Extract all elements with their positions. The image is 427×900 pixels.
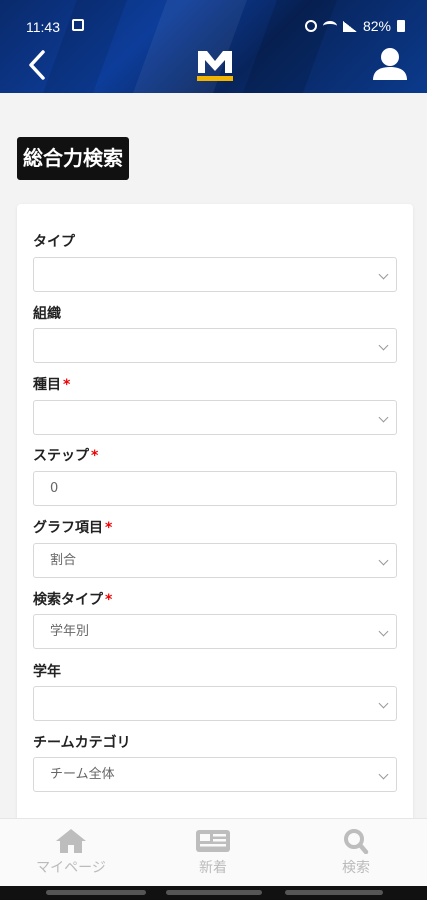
- recents-button[interactable]: [46, 890, 146, 895]
- event-label: 種目 *: [33, 377, 71, 393]
- battery-percent: 82%: [362, 18, 391, 34]
- team-category-label: チームカテゴリ: [33, 735, 131, 751]
- grade-select[interactable]: [33, 686, 397, 721]
- chevron-down-icon: [378, 340, 389, 351]
- event-select[interactable]: [33, 400, 397, 435]
- search-type-select[interactable]: 学年別: [33, 614, 397, 649]
- nav-news-label: 新着: [199, 860, 227, 876]
- grade-label: 学年: [33, 664, 61, 680]
- chevron-down-icon: [378, 769, 389, 780]
- app-header: 11:43 82%: [0, 0, 427, 93]
- required-mark: *: [105, 592, 113, 608]
- chevron-down-icon: [378, 626, 389, 637]
- chevron-left-icon: [29, 50, 45, 80]
- back-button[interactable]: [24, 49, 52, 81]
- nav-search-label: 検索: [342, 860, 370, 876]
- home-icon: [56, 829, 86, 853]
- user-icon: [373, 48, 407, 80]
- system-navigation-bar: [0, 886, 427, 900]
- required-mark: *: [63, 377, 71, 393]
- nav-news[interactable]: 新着: [142, 819, 284, 887]
- chevron-down-icon: [378, 412, 389, 423]
- battery-icon: [397, 20, 405, 32]
- news-icon: [196, 830, 230, 852]
- logo-icon: [197, 51, 233, 81]
- required-mark: *: [91, 448, 99, 464]
- nav-mypage-label: マイページ: [36, 860, 106, 876]
- graph-item-select[interactable]: 割合: [33, 543, 397, 578]
- type-label: タイプ: [33, 234, 75, 250]
- organization-select[interactable]: [33, 328, 397, 363]
- chevron-down-icon: [378, 555, 389, 566]
- chevron-down-icon: [378, 269, 389, 280]
- status-time: 11:43: [26, 19, 60, 35]
- bottom-navigation: マイページ 新着 検索: [0, 818, 427, 886]
- required-mark: *: [105, 520, 113, 536]
- chevron-down-icon: [378, 698, 389, 709]
- organization-label: 組織: [33, 306, 61, 322]
- status-indicators: 82%: [304, 18, 405, 34]
- page-title: 総合力検索: [17, 137, 129, 180]
- search-type-label: 検索タイプ *: [33, 592, 113, 608]
- type-select[interactable]: [33, 257, 397, 292]
- nav-search[interactable]: 検索: [285, 819, 427, 887]
- signal-icon: [342, 20, 357, 32]
- search-icon: [344, 829, 369, 854]
- team-category-select[interactable]: チーム全体: [33, 757, 397, 792]
- home-button[interactable]: [166, 890, 262, 895]
- app-logo: [195, 45, 235, 83]
- step-input[interactable]: 0: [33, 471, 397, 506]
- image-notification-icon: [72, 19, 84, 31]
- search-form: タイプ 組織 種目 * ステップ * 0 グラフ項目 * 割合 検索タイプ * 学年別 …: [17, 204, 413, 844]
- graph-item-label: グラフ項目 *: [33, 520, 113, 536]
- status-bar: 11:43 82%: [0, 0, 427, 35]
- step-label: ステップ *: [33, 448, 99, 464]
- alarm-icon: [304, 20, 317, 32]
- back-system-button[interactable]: [285, 890, 383, 895]
- nav-mypage[interactable]: マイページ: [0, 819, 142, 887]
- account-button[interactable]: [371, 46, 409, 82]
- wifi-icon: [322, 21, 337, 31]
